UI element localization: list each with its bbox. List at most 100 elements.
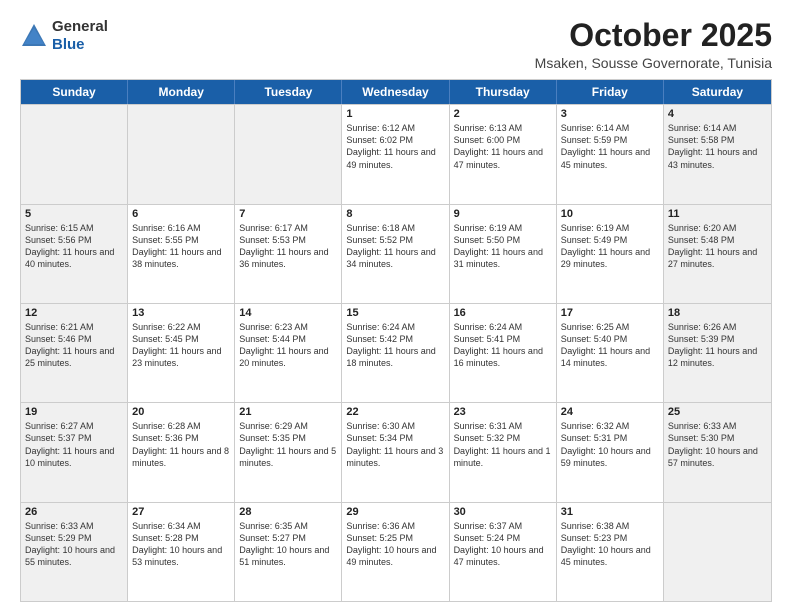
cell-info: Sunrise: 6:22 AM Sunset: 5:45 PM Dayligh… [132, 321, 230, 370]
cell-info: Sunrise: 6:35 AM Sunset: 5:27 PM Dayligh… [239, 520, 337, 569]
week-row-1: 1Sunrise: 6:12 AM Sunset: 6:02 PM Daylig… [21, 104, 771, 203]
header-day-sunday: Sunday [21, 80, 128, 104]
day-number: 18 [668, 307, 767, 319]
cal-cell: 2Sunrise: 6:13 AM Sunset: 6:00 PM Daylig… [450, 105, 557, 203]
day-number: 28 [239, 506, 337, 518]
day-number: 29 [346, 506, 444, 518]
logo-blue: Blue [52, 36, 85, 53]
calendar-header: SundayMondayTuesdayWednesdayThursdayFrid… [21, 80, 771, 104]
cell-info: Sunrise: 6:25 AM Sunset: 5:40 PM Dayligh… [561, 321, 659, 370]
cell-info: Sunrise: 6:18 AM Sunset: 5:52 PM Dayligh… [346, 222, 444, 271]
day-number: 21 [239, 406, 337, 418]
cell-info: Sunrise: 6:30 AM Sunset: 5:34 PM Dayligh… [346, 420, 444, 469]
cell-info: Sunrise: 6:34 AM Sunset: 5:28 PM Dayligh… [132, 520, 230, 569]
logo-text: General Blue [52, 18, 108, 54]
calendar-body: 1Sunrise: 6:12 AM Sunset: 6:02 PM Daylig… [21, 104, 771, 601]
cal-cell: 20 Sunrise: 6:28 AM Sunset: 5:36 PM Dayli… [128, 403, 235, 501]
cell-info: Sunrise: 6:37 AM Sunset: 5:24 PM Dayligh… [454, 520, 552, 569]
cal-cell: 10 Sunrise: 6:19 AM Sunset: 5:49 PM Dayli… [557, 205, 664, 303]
calendar: SundayMondayTuesdayWednesdayThursdayFrid… [20, 79, 772, 602]
cell-info: Sunrise: 6:14 AM Sunset: 5:59 PM Dayligh… [561, 122, 659, 171]
cell-info: Sunrise: 6:17 AM Sunset: 5:53 PM Dayligh… [239, 222, 337, 271]
cell-info: Sunrise: 6:20 AM Sunset: 5:48 PM Dayligh… [668, 222, 767, 271]
day-number: 3 [561, 108, 659, 120]
day-number: 22 [346, 406, 444, 418]
cal-cell: 22 Sunrise: 6:30 AM Sunset: 5:34 PM Dayli… [342, 403, 449, 501]
day-number: 9 [454, 208, 552, 220]
cal-cell: 18Sunrise: 6:26 AM Sunset: 5:39 PM Dayli… [664, 304, 771, 402]
day-number: 17 [561, 307, 659, 319]
cal-cell: 16 Sunrise: 6:24 AM Sunset: 5:41 PM Dayli… [450, 304, 557, 402]
cal-cell: 27 Sunrise: 6:34 AM Sunset: 5:28 PM Dayli… [128, 503, 235, 601]
cell-info: Sunrise: 6:23 AM Sunset: 5:44 PM Dayligh… [239, 321, 337, 370]
day-number: 1 [346, 108, 444, 120]
day-number: 11 [668, 208, 767, 220]
header-day-thursday: Thursday [450, 80, 557, 104]
header-day-tuesday: Tuesday [235, 80, 342, 104]
cell-info: Sunrise: 6:24 AM Sunset: 5:41 PM Dayligh… [454, 321, 552, 370]
title-block: October 2025 Msaken, Sousse Governorate,… [535, 18, 772, 71]
day-number: 7 [239, 208, 337, 220]
cell-info: Sunrise: 6:16 AM Sunset: 5:55 PM Dayligh… [132, 222, 230, 271]
day-number: 30 [454, 506, 552, 518]
cal-cell: 31 Sunrise: 6:38 AM Sunset: 5:23 PM Dayli… [557, 503, 664, 601]
cal-cell: 17 Sunrise: 6:25 AM Sunset: 5:40 PM Dayli… [557, 304, 664, 402]
cell-info: Sunrise: 6:24 AM Sunset: 5:42 PM Dayligh… [346, 321, 444, 370]
cal-cell: 5Sunrise: 6:15 AM Sunset: 5:56 PM Daylig… [21, 205, 128, 303]
cal-cell: 15 Sunrise: 6:24 AM Sunset: 5:42 PM Dayli… [342, 304, 449, 402]
cal-cell: 30 Sunrise: 6:37 AM Sunset: 5:24 PM Dayli… [450, 503, 557, 601]
day-number: 26 [25, 506, 123, 518]
day-number: 6 [132, 208, 230, 220]
cal-cell: 13 Sunrise: 6:22 AM Sunset: 5:45 PM Dayli… [128, 304, 235, 402]
header-day-saturday: Saturday [664, 80, 771, 104]
cal-cell: 6 Sunrise: 6:16 AM Sunset: 5:55 PM Daylig… [128, 205, 235, 303]
day-number: 14 [239, 307, 337, 319]
cal-cell: 29 Sunrise: 6:36 AM Sunset: 5:25 PM Dayli… [342, 503, 449, 601]
cell-info: Sunrise: 6:36 AM Sunset: 5:25 PM Dayligh… [346, 520, 444, 569]
cell-info: Sunrise: 6:19 AM Sunset: 5:50 PM Dayligh… [454, 222, 552, 271]
cell-info: Sunrise: 6:33 AM Sunset: 5:29 PM Dayligh… [25, 520, 123, 569]
day-number: 16 [454, 307, 552, 319]
header: General Blue October 2025 Msaken, Sousse… [20, 18, 772, 71]
cal-cell: 14 Sunrise: 6:23 AM Sunset: 5:44 PM Dayli… [235, 304, 342, 402]
week-row-5: 26 Sunrise: 6:33 AM Sunset: 5:29 PM Dayli… [21, 502, 771, 601]
cell-info: Sunrise: 6:32 AM Sunset: 5:31 PM Dayligh… [561, 420, 659, 469]
day-number: 15 [346, 307, 444, 319]
cell-info: Sunrise: 6:38 AM Sunset: 5:23 PM Dayligh… [561, 520, 659, 569]
cell-info: Sunrise: 6:31 AM Sunset: 5:32 PM Dayligh… [454, 420, 552, 469]
week-row-2: 5Sunrise: 6:15 AM Sunset: 5:56 PM Daylig… [21, 204, 771, 303]
cal-cell: 23Sunrise: 6:31 AM Sunset: 5:32 PM Dayli… [450, 403, 557, 501]
cal-cell: 8Sunrise: 6:18 AM Sunset: 5:52 PM Daylig… [342, 205, 449, 303]
cal-cell: 26 Sunrise: 6:33 AM Sunset: 5:29 PM Dayli… [21, 503, 128, 601]
day-number: 13 [132, 307, 230, 319]
day-number: 5 [25, 208, 123, 220]
week-row-4: 19Sunrise: 6:27 AM Sunset: 5:37 PM Dayli… [21, 402, 771, 501]
logo: General Blue [20, 18, 108, 54]
cal-cell: 7 Sunrise: 6:17 AM Sunset: 5:53 PM Daylig… [235, 205, 342, 303]
cal-cell: 21Sunrise: 6:29 AM Sunset: 5:35 PM Dayli… [235, 403, 342, 501]
day-number: 20 [132, 406, 230, 418]
cal-cell: 12Sunrise: 6:21 AM Sunset: 5:46 PM Dayli… [21, 304, 128, 402]
cell-info: Sunrise: 6:19 AM Sunset: 5:49 PM Dayligh… [561, 222, 659, 271]
day-number: 10 [561, 208, 659, 220]
cal-cell [235, 105, 342, 203]
cal-cell: 11 Sunrise: 6:20 AM Sunset: 5:48 PM Dayli… [664, 205, 771, 303]
month-title: October 2025 [535, 18, 772, 53]
header-day-monday: Monday [128, 80, 235, 104]
location: Msaken, Sousse Governorate, Tunisia [535, 55, 772, 71]
cal-cell: 3 Sunrise: 6:14 AM Sunset: 5:59 PM Daylig… [557, 105, 664, 203]
day-number: 2 [454, 108, 552, 120]
cell-info: Sunrise: 6:28 AM Sunset: 5:36 PM Dayligh… [132, 420, 230, 469]
day-number: 27 [132, 506, 230, 518]
week-row-3: 12Sunrise: 6:21 AM Sunset: 5:46 PM Dayli… [21, 303, 771, 402]
cal-cell [664, 503, 771, 601]
logo-icon [20, 22, 48, 50]
cell-info: Sunrise: 6:14 AM Sunset: 5:58 PM Dayligh… [668, 122, 767, 171]
cal-cell: 1Sunrise: 6:12 AM Sunset: 6:02 PM Daylig… [342, 105, 449, 203]
cal-cell: 19Sunrise: 6:27 AM Sunset: 5:37 PM Dayli… [21, 403, 128, 501]
day-number: 31 [561, 506, 659, 518]
day-number: 25 [668, 406, 767, 418]
cal-cell: 4Sunrise: 6:14 AM Sunset: 5:58 PM Daylig… [664, 105, 771, 203]
page: General Blue October 2025 Msaken, Sousse… [0, 0, 792, 612]
cell-info: Sunrise: 6:21 AM Sunset: 5:46 PM Dayligh… [25, 321, 123, 370]
